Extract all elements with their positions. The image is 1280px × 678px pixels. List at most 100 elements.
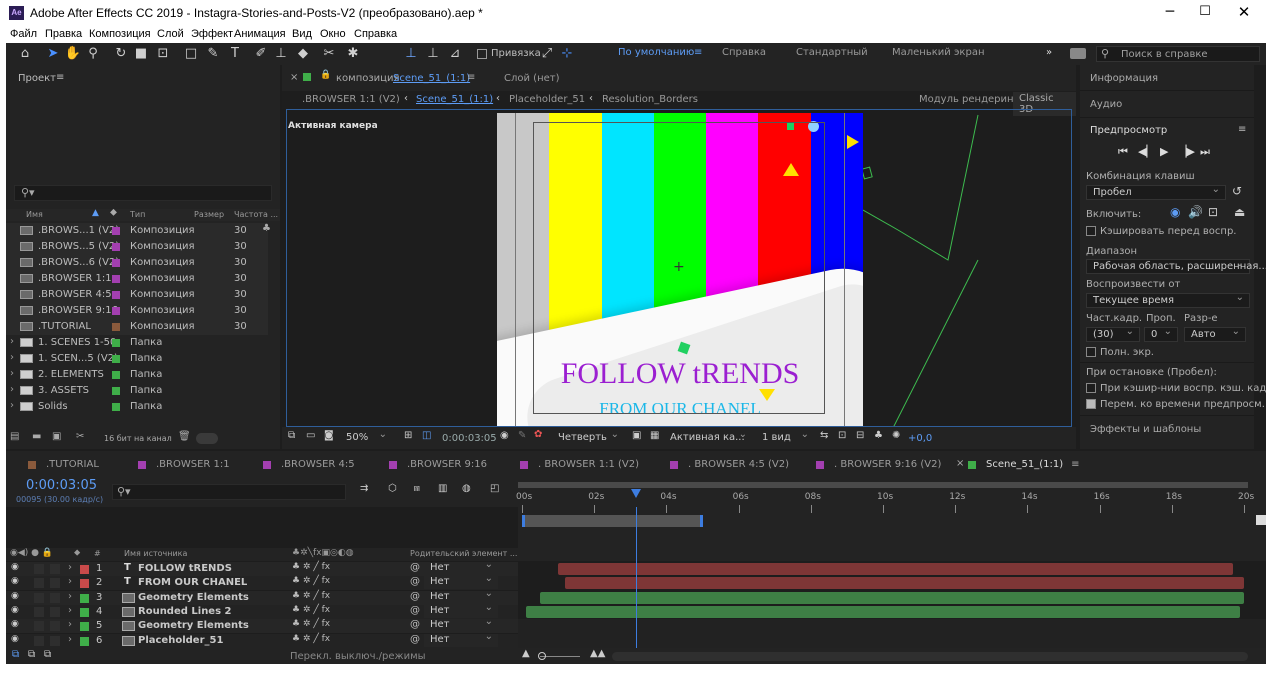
trash-icon[interactable]: 🗑 — [178, 431, 191, 442]
visibility-eye-icon[interactable]: ◉ — [11, 619, 19, 629]
snap-options-icon[interactable]: ⤢ — [538, 45, 556, 63]
fast-previews-icon[interactable]: ⊡ — [838, 430, 846, 441]
label-color-swatch[interactable] — [112, 243, 120, 251]
tab-menu-icon[interactable]: ≡ — [1071, 459, 1079, 470]
label-color-swatch[interactable] — [112, 371, 120, 379]
label-color-swatch[interactable] — [112, 227, 120, 235]
close-tab-icon[interactable]: × — [956, 458, 964, 469]
comp-tab-name[interactable]: Scene_51_(1:1) — [393, 73, 470, 84]
project-search-input[interactable]: ⚲▾ — [14, 185, 272, 201]
parent-column[interactable]: Родительский элемент ... — [410, 549, 517, 558]
label-color-swatch[interactable] — [112, 307, 120, 315]
bit-depth-label[interactable]: 16 бит на канал — [104, 434, 172, 443]
workspace-small-screen[interactable]: Маленький экран — [892, 47, 985, 58]
timeline-tab[interactable]: . BROWSER 1:1 (V2) — [520, 459, 639, 470]
menu-layer[interactable]: Слой — [157, 28, 184, 40]
breadcrumb-item[interactable]: .BROWSER 1:1 (V2) — [302, 94, 400, 105]
menu-help[interactable]: Справка — [354, 28, 397, 40]
playhead-handle[interactable] — [631, 489, 642, 498]
preview-menu-icon[interactable]: ≡ — [1238, 124, 1246, 135]
project-item[interactable]: .BROWSER 4:5 Композиция 30 — [6, 287, 268, 303]
source-name-column[interactable]: Имя источника — [124, 549, 187, 558]
lock-box[interactable] — [50, 578, 60, 589]
minimize-button[interactable]: ─ — [1158, 1, 1182, 25]
preview-panel-title[interactable]: Предпросмотр — [1090, 125, 1167, 136]
lock-box[interactable] — [50, 606, 60, 617]
range-dropdown[interactable]: Рабочая область, расширенная... — [1086, 257, 1266, 274]
layer-duration-bar[interactable] — [558, 563, 1234, 575]
timeline-tab[interactable]: .BROWSER 4:5 — [263, 459, 355, 470]
axis-world-icon[interactable]: ⊥ — [424, 45, 442, 63]
new-folder-icon[interactable]: ▬ — [32, 431, 41, 442]
region-of-interest-icon[interactable]: ▣ — [632, 430, 641, 441]
menu-view[interactable]: Вид — [292, 28, 312, 40]
include-overlays-icon[interactable]: ⊡ — [1208, 205, 1218, 219]
type-tool-icon[interactable]: T — [226, 45, 244, 63]
col-type[interactable]: Тип — [130, 210, 145, 219]
lock-box[interactable] — [50, 564, 60, 574]
hand-tool-icon[interactable]: ✋ — [64, 45, 82, 63]
always-preview-icon[interactable]: ⧉ — [288, 430, 295, 441]
first-frame-icon[interactable]: ⏮ — [1118, 145, 1128, 159]
stretch-icon[interactable]: ⧉ — [44, 649, 51, 660]
play-icon[interactable]: ▶ — [1160, 145, 1168, 158]
breadcrumb-item[interactable]: Placeholder_51 — [509, 94, 585, 105]
timeline-tab-active[interactable]: × Scene_51_(1:1) ≡ — [956, 458, 1080, 470]
interpret-footage-icon[interactable]: ▤ — [10, 431, 19, 442]
on-stop-move-checkbox[interactable] — [1086, 399, 1096, 409]
include-audio-icon[interactable]: 🔊 — [1188, 205, 1203, 219]
chevron-right-icon[interactable]: › — [68, 591, 72, 602]
monitor-icon[interactable]: ▭ — [306, 430, 315, 441]
lock-icon[interactable]: 🔒 — [320, 70, 331, 80]
project-item[interactable]: .BROWSER 1:1 Композиция 30 — [6, 271, 268, 287]
home-icon[interactable]: ⌂ — [16, 45, 34, 63]
vr-goggles-icon[interactable]: ◙ — [324, 430, 334, 441]
zoom-slider[interactable] — [540, 656, 580, 657]
visibility-eye-icon[interactable]: ◉ — [11, 634, 19, 644]
external-monitor-icon[interactable]: ⏏ — [1234, 205, 1245, 219]
pick-whip-icon[interactable]: @ — [410, 619, 420, 630]
layer-duration-bar[interactable] — [525, 605, 1241, 618]
layer-label-swatch[interactable] — [80, 636, 89, 646]
chevron-right-icon[interactable]: › — [10, 352, 14, 363]
solo-box[interactable] — [34, 606, 44, 617]
playhead-line[interactable] — [636, 507, 638, 648]
layer-duration-bar[interactable] — [540, 591, 1244, 604]
menu-animation[interactable]: Анимация — [234, 28, 286, 40]
zoom-in-icon[interactable]: ▲▲ — [590, 648, 605, 659]
menu-edit[interactable]: Правка — [45, 28, 82, 40]
reset-icon[interactable]: ↺ — [1232, 184, 1242, 198]
zoom-out-icon[interactable]: ▲ — [522, 648, 530, 659]
fit-frame-icon[interactable]: ⊞ — [404, 430, 412, 441]
snap-grid-icon[interactable]: ⊹ — [558, 45, 576, 63]
play-from-dropdown[interactable]: Текущее время — [1086, 291, 1250, 308]
close-tab-icon[interactable]: × — [290, 72, 298, 83]
project-item[interactable]: › 1. SCEN...5 (V2) Папка — [6, 351, 268, 367]
layer-duration-bar[interactable] — [565, 577, 1244, 590]
chevron-right-icon[interactable]: › — [68, 634, 72, 645]
pick-whip-icon[interactable]: @ — [410, 576, 420, 587]
solo-box[interactable] — [34, 635, 44, 646]
timeline-search-input[interactable]: ⚲▾ — [112, 484, 346, 500]
layer-label-swatch[interactable] — [80, 593, 89, 603]
layer-tab[interactable]: Слой (нет) — [504, 73, 560, 84]
hide-shy-icon[interactable]: ⩎ — [414, 483, 420, 494]
flowchart-icon[interactable]: ♣ — [262, 223, 271, 234]
chevron-right-icon[interactable]: › — [68, 619, 72, 630]
lock-box[interactable] — [50, 592, 60, 603]
label-color-swatch[interactable] — [112, 387, 120, 395]
pan-behind-tool-icon[interactable]: ⊡ — [154, 45, 172, 63]
color-channels-icon[interactable]: ✿ — [534, 429, 542, 440]
project-item[interactable]: › 1. SCENES 1-50 Папка — [6, 335, 268, 351]
toggle-switches-modes[interactable]: Перекл. выключ./режимы — [290, 651, 426, 662]
layer-row[interactable]: ◉ › 2 T FROM OUR CHANEL ♣ ✲ ╱ fx @ Нет — [6, 573, 518, 591]
help-search-box[interactable]: ⚲ Поиск в справке — [1096, 46, 1260, 62]
toggle-pixel-aspect-icon[interactable]: ⇆ — [820, 430, 828, 441]
comp-viewer[interactable]: FOLLOW tRENDS FROM OUR CHANEL + — [286, 109, 1072, 427]
render-time-icon[interactable]: ⧉ — [12, 649, 19, 660]
workspace-help[interactable]: Справка — [722, 47, 766, 58]
pick-whip-icon[interactable]: @ — [410, 591, 420, 602]
workspace-standard[interactable]: Стандартный — [796, 47, 868, 58]
selection-tool-icon[interactable]: ➤ — [44, 45, 62, 63]
zoom-slider-handle[interactable] — [538, 652, 546, 660]
